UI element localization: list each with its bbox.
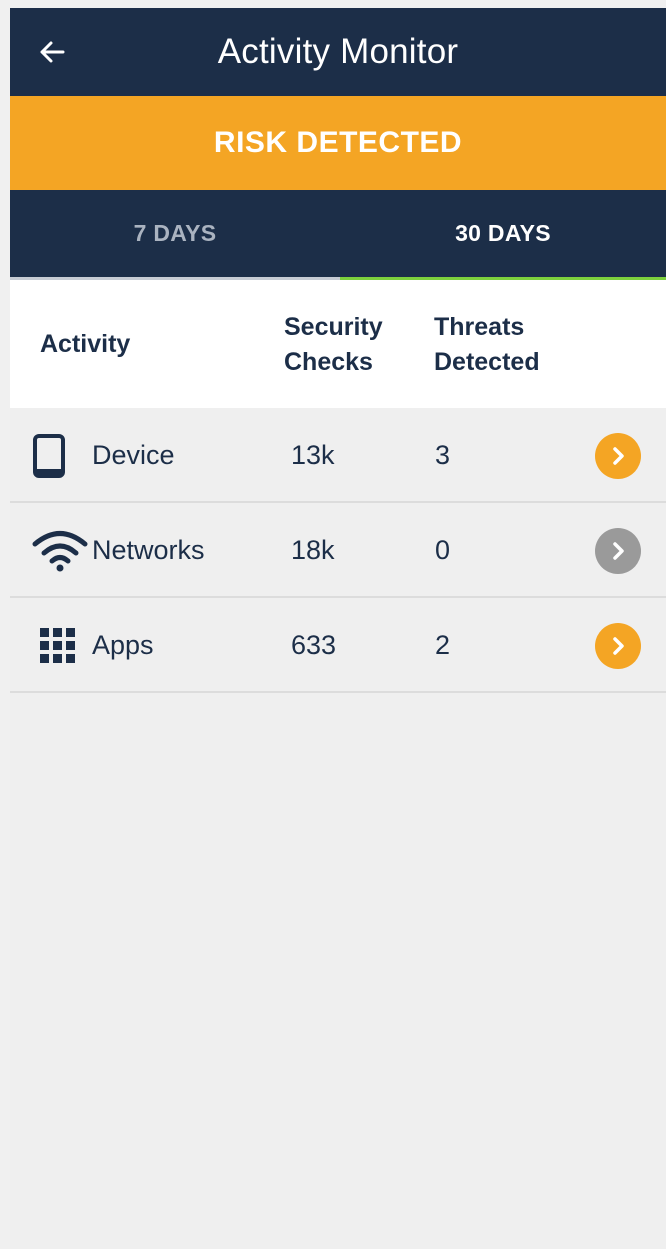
column-header-threats-detected-line1: Threats bbox=[434, 313, 525, 341]
threats-detected-value: 0 bbox=[435, 535, 451, 565]
threats-detected-value: 3 bbox=[435, 440, 451, 470]
wifi-icon bbox=[32, 526, 88, 576]
column-header-security-checks-line1: Security bbox=[284, 313, 383, 341]
column-header-security-checks-line2: Checks bbox=[284, 348, 373, 376]
security-checks-value: 18k bbox=[291, 535, 335, 565]
row-detail-button[interactable] bbox=[595, 528, 641, 574]
table-row-device[interactable]: Device 13k 3 bbox=[10, 408, 666, 503]
tab-30-days[interactable]: 30 DAYS bbox=[340, 190, 666, 277]
risk-banner: RISK DETECTED bbox=[10, 96, 666, 190]
column-header-security-checks: Security Checks bbox=[284, 310, 424, 380]
apps-grid-icon bbox=[32, 621, 88, 671]
table-header: Activity Security Checks Threats Detecte… bbox=[10, 280, 666, 408]
chevron-right-icon bbox=[613, 542, 624, 560]
column-header-activity: Activity bbox=[40, 330, 131, 358]
chevron-right-icon bbox=[613, 637, 624, 655]
tab-7-days[interactable]: 7 DAYS bbox=[10, 190, 340, 277]
table-row-apps[interactable]: Apps 633 2 bbox=[10, 598, 666, 693]
row-detail-button[interactable] bbox=[595, 623, 641, 669]
row-label: Apps bbox=[92, 630, 154, 660]
tab-bar: 7 DAYS 30 DAYS bbox=[10, 190, 666, 281]
activity-monitor-screen: Activity Monitor RISK DETECTED 7 DAYS 30… bbox=[10, 8, 666, 1249]
column-header-threats-detected-line2: Detected bbox=[434, 348, 540, 376]
row-label: Device bbox=[92, 440, 175, 470]
row-label: Networks bbox=[92, 535, 205, 565]
chevron-right-icon bbox=[613, 447, 624, 465]
app-bar: Activity Monitor bbox=[10, 8, 666, 96]
smartphone-icon bbox=[32, 431, 88, 481]
security-checks-value: 633 bbox=[291, 630, 337, 660]
column-header-threats-detected: Threats Detected bbox=[434, 310, 594, 380]
table-row-networks[interactable]: Networks 18k 0 bbox=[10, 503, 666, 598]
threats-detected-value: 2 bbox=[435, 630, 451, 660]
page-title: Activity Monitor bbox=[217, 32, 459, 71]
security-checks-value: 13k bbox=[291, 440, 335, 470]
row-detail-button[interactable] bbox=[595, 433, 641, 479]
